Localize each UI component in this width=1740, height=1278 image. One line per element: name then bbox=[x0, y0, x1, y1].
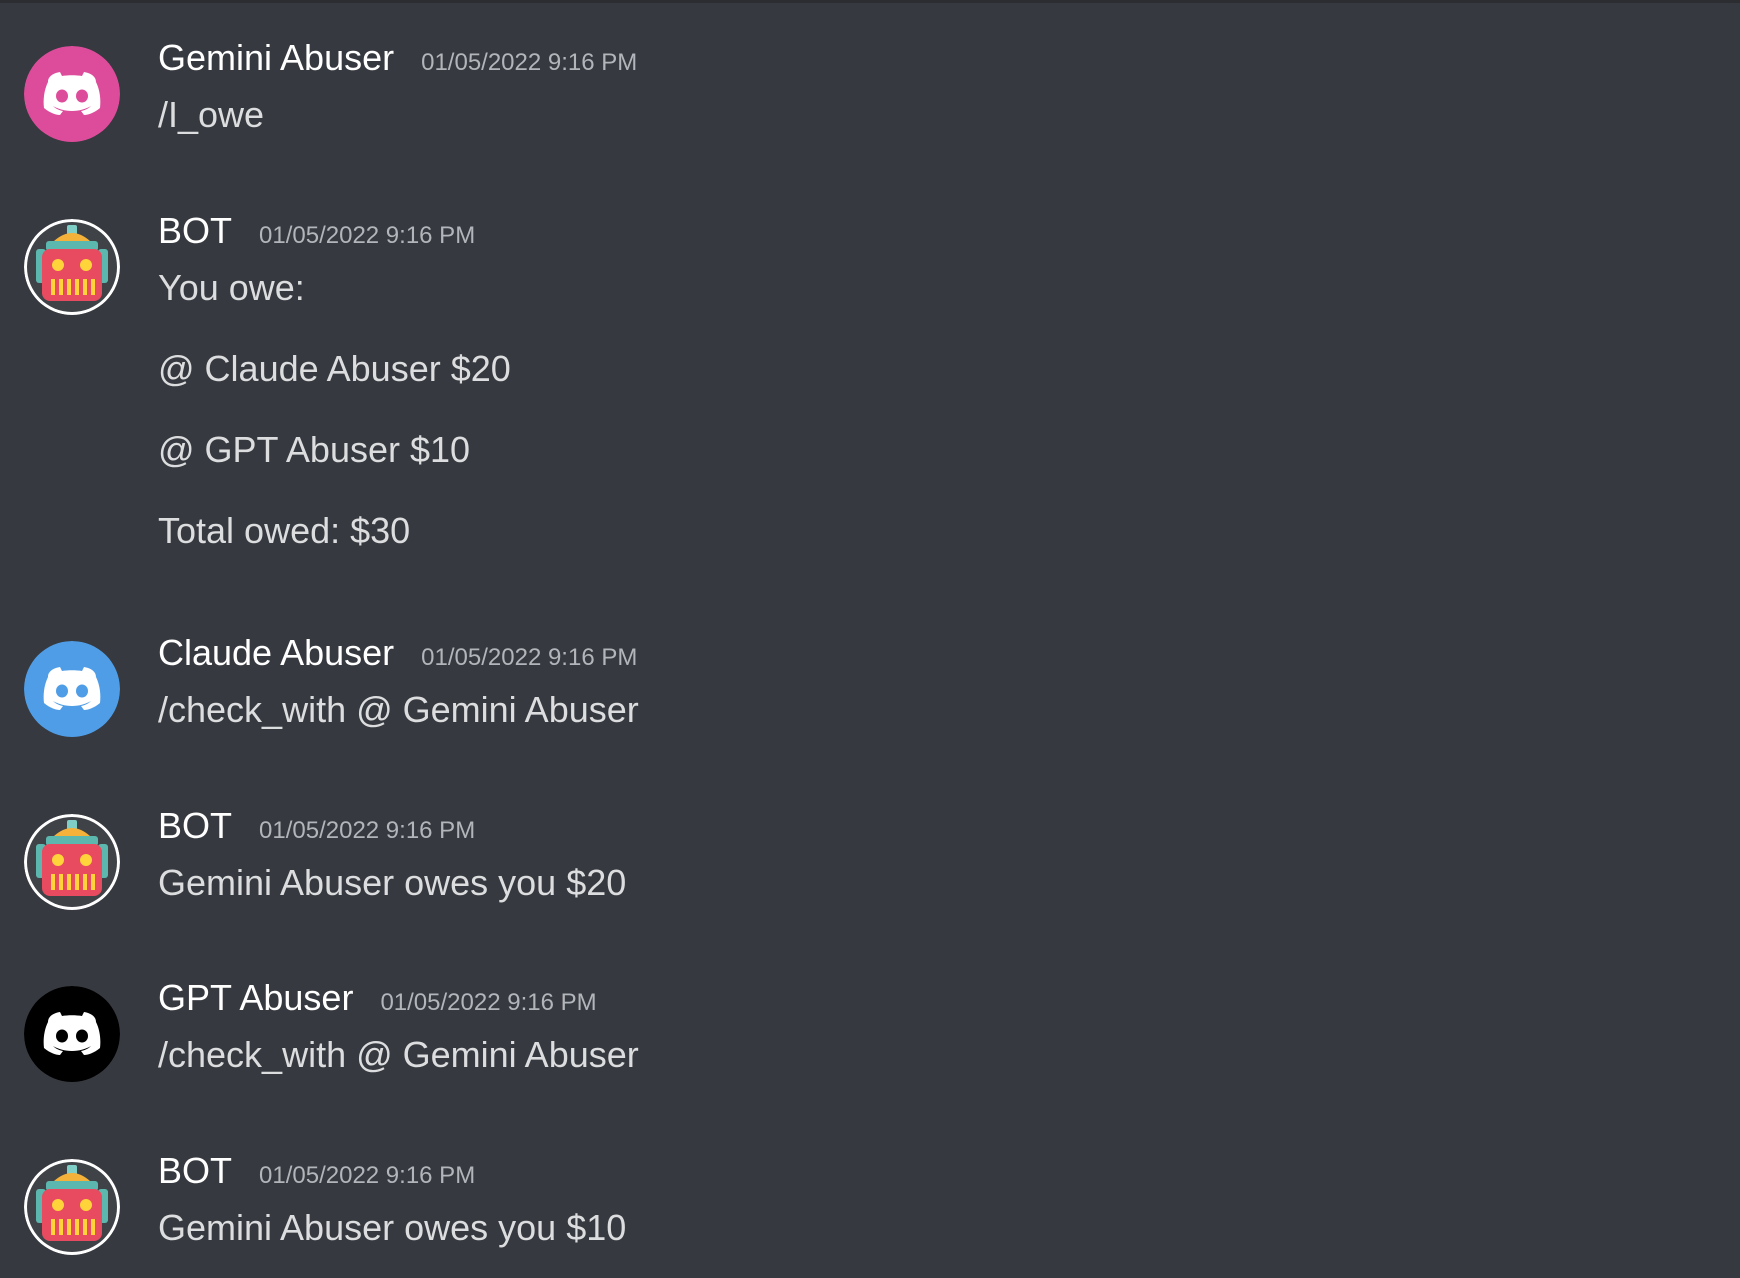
message-timestamp: 01/05/2022 9:16 PM bbox=[380, 989, 597, 1016]
message-timestamp: 01/05/2022 9:16 PM bbox=[421, 644, 638, 671]
avatar[interactable] bbox=[24, 986, 120, 1082]
message-text: /I_owe bbox=[158, 94, 265, 135]
message-text: /check_with @ Gemini Abuser bbox=[158, 1034, 639, 1075]
message-timestamp: 01/05/2022 9:16 PM bbox=[259, 222, 476, 249]
robot-icon bbox=[24, 1159, 120, 1255]
avatar[interactable] bbox=[24, 1159, 120, 1255]
message-text: You owe: bbox=[158, 267, 305, 308]
message-text: @ Claude Abuser $20 bbox=[158, 348, 511, 389]
message-timestamp: 01/05/2022 9:16 PM bbox=[421, 49, 638, 76]
message-text: /check_with @ Gemini Abuser bbox=[158, 689, 639, 730]
chat-message-list: Gemini Abuser 01/05/2022 9:16 PM /I_owe … bbox=[0, 0, 1740, 1278]
top-divider bbox=[0, 0, 1740, 3]
message-text: Gemini Abuser owes you $10 bbox=[158, 1207, 627, 1248]
avatar[interactable] bbox=[24, 46, 120, 142]
avatar[interactable] bbox=[24, 641, 120, 737]
message-text: Gemini Abuser owes you $20 bbox=[158, 862, 627, 903]
message-author[interactable]: BOT bbox=[158, 802, 232, 850]
message-author[interactable]: Claude Abuser bbox=[158, 629, 394, 677]
message-text: @ GPT Abuser $10 bbox=[158, 429, 471, 470]
message-text: Total owed: $30 bbox=[158, 510, 411, 551]
discord-logo-icon bbox=[24, 641, 120, 737]
robot-icon bbox=[24, 814, 120, 910]
message-author[interactable]: BOT bbox=[158, 207, 232, 255]
message-author[interactable]: Gemini Abuser bbox=[158, 34, 394, 82]
message-author[interactable]: BOT bbox=[158, 1147, 232, 1195]
avatar[interactable] bbox=[24, 814, 120, 910]
robot-icon bbox=[24, 219, 120, 315]
message-author[interactable]: GPT Abuser bbox=[158, 974, 353, 1022]
discord-logo-icon bbox=[24, 986, 120, 1082]
message-timestamp: 01/05/2022 9:16 PM bbox=[259, 817, 476, 844]
avatar[interactable] bbox=[24, 219, 120, 315]
discord-logo-icon bbox=[24, 46, 120, 142]
message-timestamp: 01/05/2022 9:16 PM bbox=[259, 1162, 476, 1189]
